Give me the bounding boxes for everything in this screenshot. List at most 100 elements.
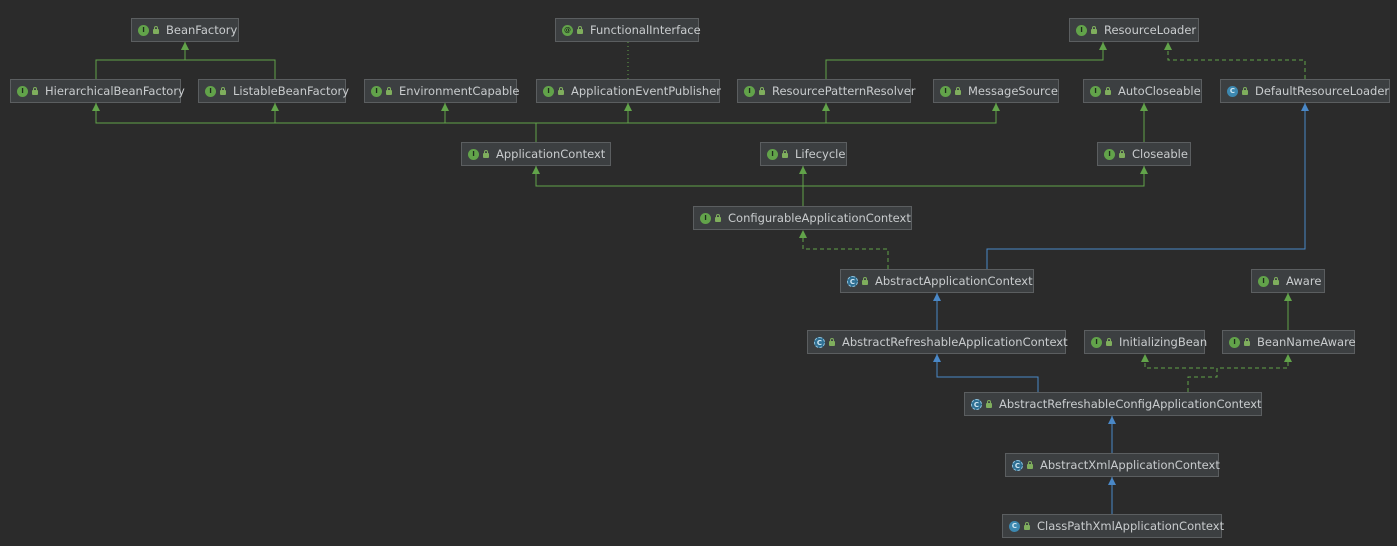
node-label: HierarchicalBeanFactory: [45, 84, 185, 98]
edge-application-context-to-message-source: [535, 103, 1000, 142]
edge-abstract-refreshable-config-application-context-to-initializing-bean: [1141, 354, 1218, 392]
edge-configurable-application-context-to-closeable: [802, 166, 1148, 206]
interface-icon: I: [1229, 336, 1240, 348]
public-lock-icon: [557, 87, 565, 95]
arrowhead: [1140, 103, 1148, 111]
edge-hierarchical-bean-factory-to-bean-factory: [95, 42, 189, 79]
node-aware[interactable]: I Aware: [1251, 269, 1325, 293]
edge-abstract-refreshable-config-application-context-to-bean-name-aware: [1187, 354, 1292, 392]
edge-default-resource-loader-to-resource-loader: [1164, 42, 1306, 79]
class-icon: C: [1009, 520, 1020, 532]
interface-icon: I: [700, 212, 711, 224]
arrowhead: [1140, 166, 1148, 174]
node-functional-interface[interactable]: @ FunctionalInterface: [555, 18, 701, 42]
interface-icon: I: [1258, 275, 1269, 287]
node-application-context[interactable]: I ApplicationContext: [461, 142, 611, 166]
node-closeable[interactable]: I Closeable: [1097, 142, 1191, 166]
arrowhead: [181, 42, 189, 50]
node-label: AutoCloseable: [1118, 84, 1201, 98]
public-lock-icon: [482, 150, 490, 158]
arrowhead: [822, 103, 830, 111]
arrowhead: [933, 293, 941, 301]
interface-icon: I: [371, 85, 382, 97]
arrowhead: [532, 166, 540, 174]
edge-abstract-xml-application-context-to-abstract-refreshable-config-application-context: [1108, 416, 1116, 453]
node-listable-bean-factory[interactable]: I ListableBeanFactory: [198, 79, 350, 103]
node-abstract-refreshable-application-context[interactable]: C AbstractRefreshableApplicationContext: [807, 330, 1068, 354]
abstract-icon: C: [814, 336, 825, 348]
public-lock-icon: [576, 26, 584, 34]
public-lock-icon: [758, 87, 766, 95]
interface-icon: I: [17, 85, 28, 97]
edge-bean-name-aware-to-aware: [1284, 293, 1292, 330]
node-label: ApplicationContext: [496, 147, 606, 161]
public-lock-icon: [1118, 150, 1126, 158]
diagram-canvas: I BeanFactory @ FunctionalInterface I Resourc…: [0, 0, 1397, 546]
node-environment-capable[interactable]: I EnvironmentCapable: [364, 79, 519, 103]
node-hierarchical-bean-factory[interactable]: I HierarchicalBeanFactory: [10, 79, 185, 103]
node-label: AbstractXmlApplicationContext: [1040, 458, 1220, 472]
node-lifecycle[interactable]: I Lifecycle: [760, 142, 847, 166]
node-bean-factory[interactable]: I BeanFactory: [131, 18, 239, 42]
edge-abstract-refreshable-config-application-context-to-abstract-refreshable-application-context: [933, 354, 1039, 392]
public-lock-icon: [714, 214, 722, 222]
public-lock-icon: [781, 150, 789, 158]
arrowhead: [1108, 477, 1116, 485]
interface-icon: I: [767, 148, 778, 160]
node-initializing-bean[interactable]: I InitializingBean: [1084, 330, 1207, 354]
node-bean-name-aware[interactable]: I BeanNameAware: [1222, 330, 1356, 354]
public-lock-icon: [31, 87, 39, 95]
public-lock-icon: [1105, 338, 1113, 346]
public-lock-icon: [985, 400, 993, 408]
node-label: DefaultResourceLoader: [1255, 84, 1390, 98]
node-auto-closeable[interactable]: I AutoCloseable: [1083, 79, 1202, 103]
annotation-icon: @: [562, 24, 573, 36]
node-label: AbstractApplicationContext: [875, 274, 1033, 288]
node-label: ClassPathXmlApplicationContext: [1037, 519, 1225, 533]
arrowhead: [1284, 354, 1292, 362]
edge-configurable-application-context-to-application-context: [532, 166, 804, 206]
abstract-icon: C: [847, 275, 858, 287]
interface-icon: I: [205, 85, 216, 97]
node-resource-pattern-resolver[interactable]: I ResourcePatternResolver: [737, 79, 916, 103]
node-abstract-application-context[interactable]: C AbstractApplicationContext: [840, 269, 1034, 293]
node-label: FunctionalInterface: [590, 23, 701, 37]
arrowhead: [624, 103, 632, 111]
node-message-source[interactable]: I MessageSource: [933, 79, 1059, 103]
interface-icon: I: [1091, 336, 1102, 348]
node-default-resource-loader[interactable]: C DefaultResourceLoader: [1220, 79, 1390, 103]
node-application-event-publisher[interactable]: I ApplicationEventPublisher: [536, 79, 721, 103]
node-abstract-refreshable-config-application-context[interactable]: C AbstractRefreshableConfigApplicationCon…: [964, 392, 1262, 416]
arrowhead: [1108, 416, 1116, 424]
abstract-icon: C: [971, 398, 982, 410]
node-label: Closeable: [1132, 147, 1188, 161]
interface-icon: I: [744, 85, 755, 97]
interface-icon: I: [940, 85, 951, 97]
arrowhead: [1164, 42, 1172, 50]
public-lock-icon: [1090, 26, 1098, 34]
arrowhead: [1141, 354, 1149, 362]
node-resource-loader[interactable]: I ResourceLoader: [1069, 18, 1199, 42]
edge-abstract-application-context-to-configurable-application-context: [799, 230, 889, 269]
public-lock-icon: [1241, 87, 1249, 95]
arrowhead: [92, 103, 100, 111]
node-label: ResourceLoader: [1104, 23, 1197, 37]
node-class-path-xml-application-context[interactable]: C ClassPathXmlApplicationContext: [1002, 514, 1225, 538]
node-configurable-application-context[interactable]: I ConfigurableApplicationContext: [693, 206, 912, 230]
interface-icon: I: [1090, 85, 1101, 97]
public-lock-icon: [828, 338, 836, 346]
public-lock-icon: [1243, 338, 1251, 346]
node-label: AbstractRefreshableApplicationContext: [842, 335, 1068, 349]
node-label: ConfigurableApplicationContext: [728, 211, 911, 225]
public-lock-icon: [1272, 277, 1280, 285]
arrowhead: [799, 166, 807, 174]
node-label: BeanFactory: [166, 23, 238, 37]
node-label: ResourcePatternResolver: [772, 84, 916, 98]
public-lock-icon: [1104, 87, 1112, 95]
arrowhead: [271, 103, 279, 111]
public-lock-icon: [152, 26, 160, 34]
node-abstract-xml-application-context[interactable]: C AbstractXmlApplicationContext: [1005, 453, 1220, 477]
node-label: ListableBeanFactory: [233, 84, 350, 98]
arrowhead: [1284, 293, 1292, 301]
public-lock-icon: [219, 87, 227, 95]
